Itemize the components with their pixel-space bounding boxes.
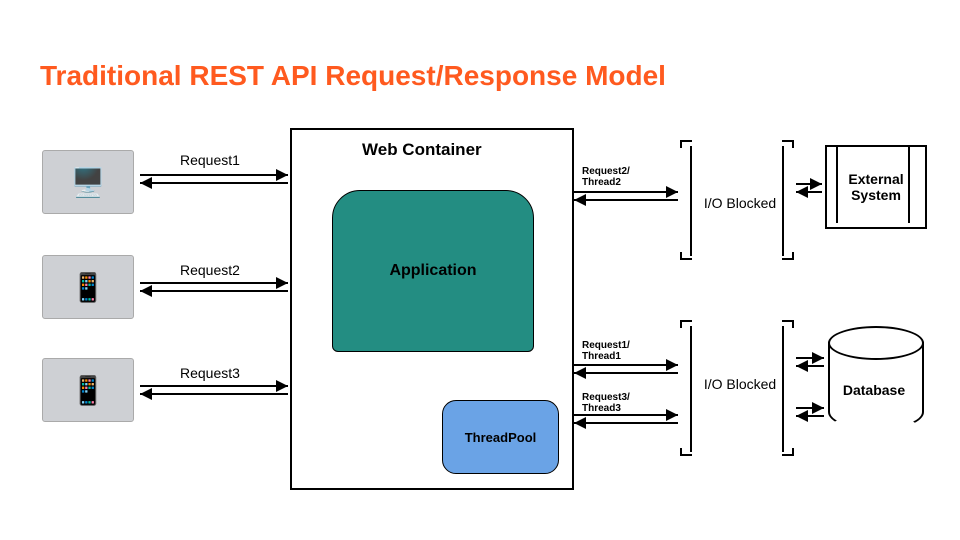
web-container: Web Container Application ThreadPool [290,128,574,490]
label-io-blocked-top: I/O Blocked [700,195,780,211]
external-notch-right [908,147,920,223]
web-container-title: Web Container [362,140,482,160]
application-box: Application [332,190,534,352]
client-tablet-icon: 📱 [42,255,134,319]
label-request3: Request3 [180,365,240,381]
label-request2-thread2: Request2/ Thread2 [582,166,630,188]
label-request1: Request1 [180,152,240,168]
database-cylinder: Database [828,326,920,442]
external-notch-left [826,147,838,223]
label-request1-thread1: Request1/ Thread1 [582,340,630,362]
client-phone-icon: 📱 [42,358,134,422]
threadpool-box: ThreadPool [442,400,559,474]
label-request3-thread3: Request3/ Thread3 [582,392,630,414]
label-request2: Request2 [180,262,240,278]
page-title: Traditional REST API Request/Response Mo… [40,60,666,92]
database-label: Database [828,382,920,398]
external-system-line2: System [851,187,901,203]
client-desktop-icon: 🖥️ [42,150,134,214]
label-io-blocked-bottom: I/O Blocked [700,376,780,392]
external-system-line1: External [848,171,903,187]
